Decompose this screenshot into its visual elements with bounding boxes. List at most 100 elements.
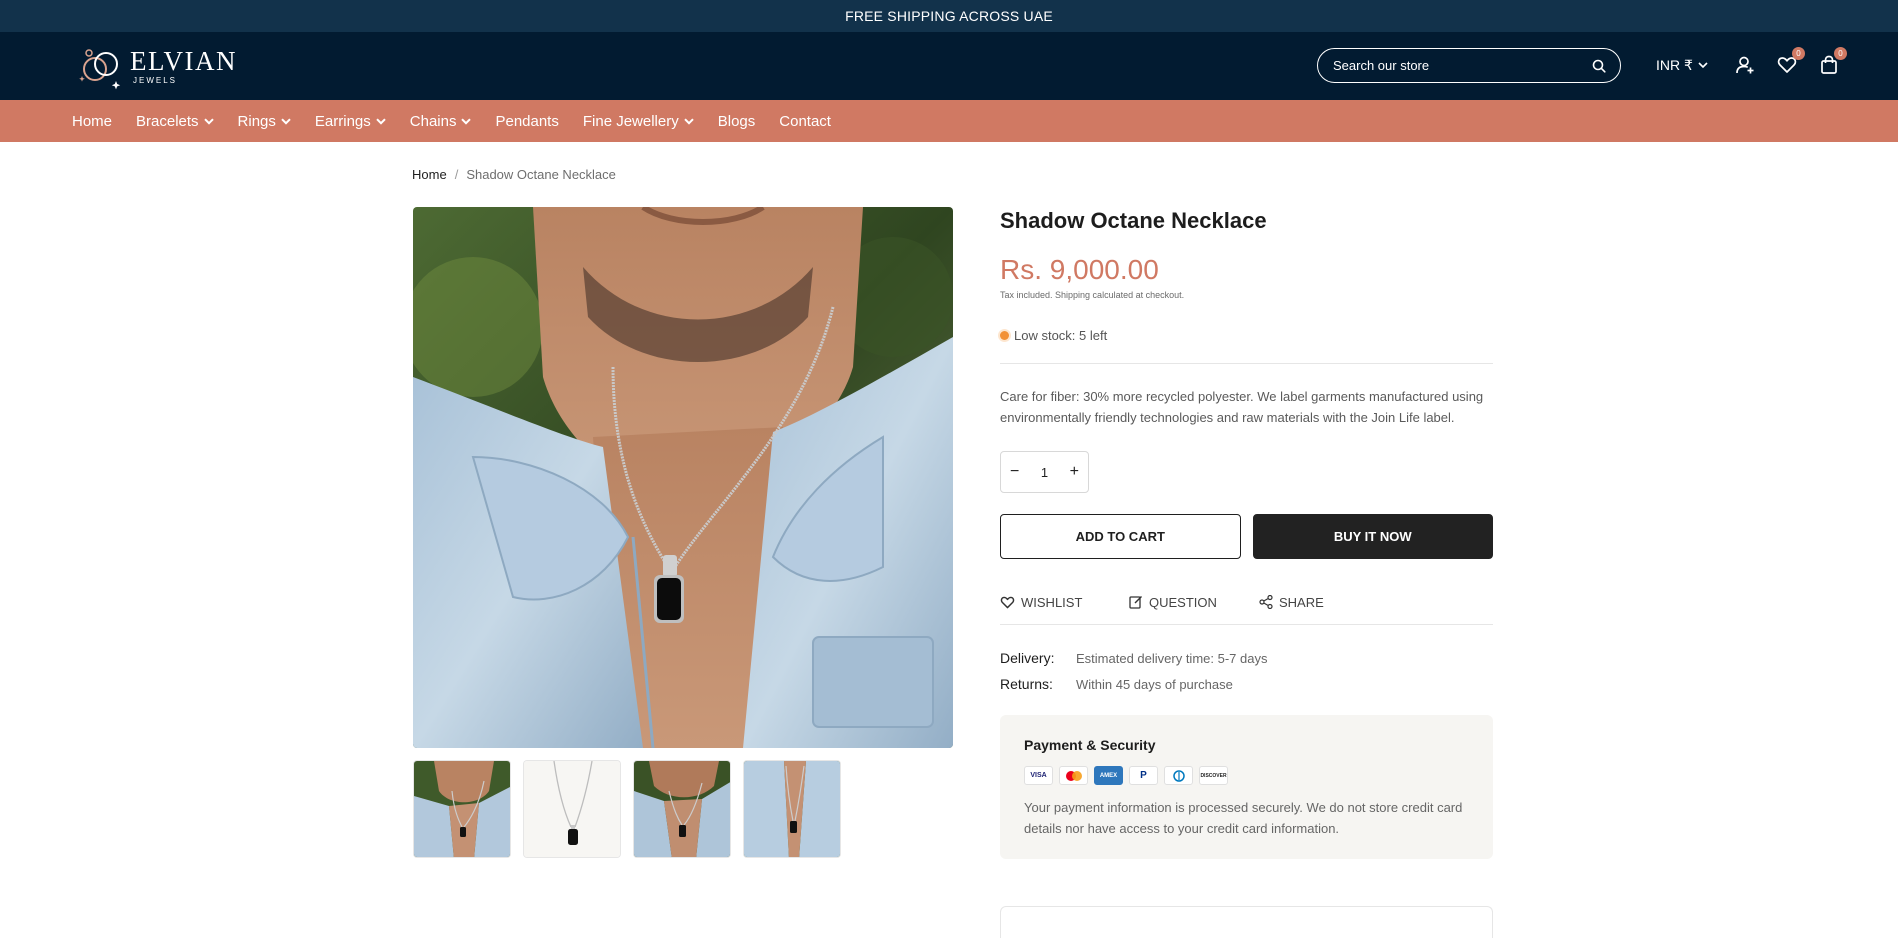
thumbnail-image <box>414 761 510 857</box>
payment-cards: VISA AMEX P DISCOVER <box>1024 766 1469 785</box>
breadcrumb: Home / Shadow Octane Necklace <box>412 167 616 182</box>
mastercard-icon <box>1059 766 1088 785</box>
chevron-down-icon <box>281 118 291 125</box>
breadcrumb-current: Shadow Octane Necklace <box>466 167 616 182</box>
nav-label: Fine Jewellery <box>582 112 679 130</box>
chevron-down-icon <box>203 118 214 125</box>
product-photo <box>413 207 953 748</box>
amex-card-icon: AMEX <box>1094 766 1123 785</box>
payment-title: Payment & Security <box>1024 737 1156 753</box>
announcement-bar: FREE SHIPPING ACROSS UAE <box>0 0 1898 32</box>
cart-count-badge: 0 <box>1833 47 1847 60</box>
product-actions: WISHLIST QUESTION SHARE <box>1000 593 1493 611</box>
heart-icon <box>1000 596 1015 608</box>
product-main-image[interactable] <box>413 207 953 748</box>
question-label: QUESTION <box>1149 594 1217 610</box>
product-info: Shadow Octane Necklace Rs. 9,000.00 Tax … <box>1000 205 1493 859</box>
quantity-value[interactable]: 1 <box>1041 465 1048 480</box>
thumbnail-strip <box>413 760 841 858</box>
breadcrumb-separator: / <box>454 167 459 182</box>
returns-value: Within 45 days of purchase <box>1076 676 1233 692</box>
nav-label: Contact <box>779 112 831 130</box>
chevron-down-icon <box>684 118 694 125</box>
logo-sub: JEWELS <box>133 75 178 85</box>
wishlist-count-badge: 0 <box>1791 47 1805 60</box>
paypal-icon: P <box>1129 766 1158 785</box>
currency-label: INR ₹ <box>1656 56 1693 73</box>
nav-item-pendants[interactable]: Pendants <box>495 113 558 130</box>
cart-button[interactable]: 0 <box>1818 47 1847 78</box>
site-header: ELVIAN JEWELS Search our store INR ₹ 0 0 <box>0 32 1898 100</box>
nav-label: Rings <box>237 112 276 130</box>
shipping-meta: Delivery: Estimated delivery time: 5-7 d… <box>1000 645 1493 697</box>
discover-card-icon: DISCOVER <box>1199 766 1228 785</box>
account-button[interactable] <box>1734 52 1756 78</box>
share-icon <box>1259 595 1273 609</box>
thumbnail-1[interactable] <box>413 760 511 858</box>
product-description: Care for fiber: 30% more recycled polyes… <box>1000 389 1484 425</box>
quantity-decrease-button[interactable]: − <box>1010 463 1019 481</box>
edit-icon <box>1129 596 1142 609</box>
logo[interactable]: ELVIAN JEWELS <box>76 42 237 90</box>
nav-item-bracelets[interactable]: Bracelets <box>136 113 214 130</box>
thumbnail-image <box>744 761 840 857</box>
delivery-label: Delivery: <box>1000 650 1055 666</box>
wishlist-label: WISHLIST <box>1021 594 1083 610</box>
chevron-down-icon <box>376 118 386 125</box>
stock-status: Low stock: 5 left <box>1000 328 1493 343</box>
wishlist-button[interactable]: 0 <box>1776 47 1805 78</box>
search-icon[interactable] <box>1592 59 1606 73</box>
breadcrumb-home-link[interactable]: Home <box>412 167 447 182</box>
add-to-cart-button[interactable]: ADD TO CART <box>1000 514 1241 559</box>
share-label: SHARE <box>1279 594 1324 610</box>
share-action[interactable]: SHARE <box>1259 595 1324 610</box>
main-nav: Home Bracelets Rings Earrings Chains Pen… <box>0 100 1898 142</box>
nav-label: Home <box>72 112 113 130</box>
tax-note: Tax included. Shipping calculated at che… <box>1000 290 1185 300</box>
announcement-text: FREE SHIPPING ACROSS UAE <box>845 8 1053 24</box>
nav-item-rings[interactable]: Rings <box>238 113 291 130</box>
delivery-value: Estimated delivery time: 5-7 days <box>1076 650 1268 666</box>
visa-card-icon: VISA <box>1024 766 1053 785</box>
nav-label: Blogs <box>717 112 756 130</box>
nav-item-home[interactable]: Home <box>72 113 112 130</box>
nav-item-contact[interactable]: Contact <box>779 113 831 130</box>
thumbnail-image <box>524 761 620 857</box>
stock-text: Low stock: 5 left <box>1014 328 1108 343</box>
quantity-stepper[interactable]: − 1 + <box>1000 451 1089 493</box>
stock-dot-icon <box>1000 331 1009 340</box>
returns-label: Returns: <box>1000 676 1053 692</box>
nav-label: Chains <box>409 112 457 130</box>
product-price: Rs. 9,000.00 <box>1000 254 1159 285</box>
logo-rings-icon <box>79 49 121 90</box>
search-input[interactable]: Search our store <box>1317 48 1621 83</box>
user-icon <box>1736 56 1754 74</box>
nav-label: Pendants <box>495 112 559 130</box>
divider <box>1000 624 1493 625</box>
diners-club-icon <box>1164 766 1193 785</box>
product-title: Shadow Octane Necklace <box>1000 208 1267 233</box>
nav-item-earrings[interactable]: Earrings <box>315 113 386 130</box>
thumbnail-4[interactable] <box>743 760 841 858</box>
payment-text: Your payment information is processed se… <box>1024 800 1463 836</box>
chevron-down-icon <box>1698 61 1708 68</box>
thumbnail-3[interactable] <box>633 760 731 858</box>
features-box <box>1000 906 1493 938</box>
nav-item-fine-jewellery[interactable]: Fine Jewellery <box>583 113 694 130</box>
thumbnail-2[interactable] <box>523 760 621 858</box>
chevron-down-icon <box>461 118 472 125</box>
nav-item-blogs[interactable]: Blogs <box>718 113 756 130</box>
payment-security-box: Payment & Security VISA AMEX P DISCOVER … <box>1000 715 1493 859</box>
logo-name: ELVIAN <box>130 45 237 76</box>
nav-label: Earrings <box>314 112 371 130</box>
nav-label: Bracelets <box>136 112 199 130</box>
currency-selector[interactable]: INR ₹ <box>1656 57 1708 74</box>
quantity-increase-button[interactable]: + <box>1070 463 1079 481</box>
wishlist-action[interactable]: WISHLIST <box>1000 595 1129 610</box>
search-placeholder: Search our store <box>1333 58 1430 73</box>
question-action[interactable]: QUESTION <box>1129 595 1259 610</box>
thumbnail-image <box>634 761 730 857</box>
buy-now-button[interactable]: BUY IT NOW <box>1252 514 1493 559</box>
divider <box>1000 363 1493 364</box>
nav-item-chains[interactable]: Chains <box>410 113 472 130</box>
